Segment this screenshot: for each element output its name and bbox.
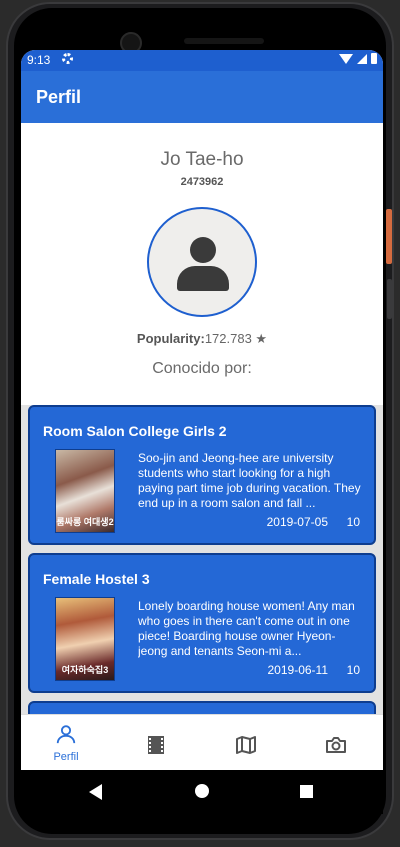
movie-card[interactable]: Room Salon College Girls 2 룸싸롱 여대생2 Soo-… <box>28 405 376 545</box>
movie-title: Female Hostel 3 <box>43 571 150 587</box>
poster-caption: 여자하숙집3 <box>61 665 109 675</box>
page-title: Perfil <box>36 87 82 107</box>
status-bar: 9:13 <box>21 50 383 71</box>
recent-apps-icon[interactable] <box>300 785 313 798</box>
film-icon <box>148 736 164 754</box>
person-placeholder-body <box>177 266 229 291</box>
nav-item-movies[interactable] <box>111 715 201 770</box>
person-placeholder-icon <box>190 237 216 263</box>
avatar <box>147 207 257 317</box>
bottom-navigation: Perfil <box>21 714 383 770</box>
nav-item-camera[interactable] <box>291 715 381 770</box>
release-date: 2019-06-11 <box>267 663 329 677</box>
battery-icon <box>371 53 377 64</box>
volume-button <box>387 279 392 319</box>
movie-list[interactable]: Room Salon College Girls 2 룸싸롱 여대생2 Soo-… <box>21 405 383 714</box>
vote-score: 10 <box>346 515 360 529</box>
nav-item-perfil[interactable]: Perfil <box>21 715 111 770</box>
power-button <box>386 209 392 264</box>
earpiece-speaker <box>184 38 264 44</box>
app-bar: Perfil <box>21 71 383 123</box>
nav-label-perfil: Perfil <box>53 751 79 763</box>
popularity-label: Popularity: <box>136 331 205 346</box>
status-icons <box>339 53 377 64</box>
movie-title: Room Salon College Girls 2 <box>43 423 227 439</box>
signal-icon <box>357 53 367 64</box>
system-navigation-bar <box>21 770 383 814</box>
map-icon <box>236 736 256 754</box>
person-id: 2473962 <box>180 176 224 188</box>
camera-icon <box>326 737 346 753</box>
person-icon <box>56 725 76 744</box>
release-date: 2019-07-05 <box>266 515 328 529</box>
movie-card[interactable]: Female Hostel 3 여자하숙집3 Lonely boarding h… <box>28 553 376 693</box>
app-screen: 9:13 Perfil Jo Tae-ho 2473962 Popularity… <box>21 50 383 770</box>
home-icon[interactable] <box>195 784 209 798</box>
vote-score: 10 <box>346 663 360 677</box>
popularity: Popularity:172.783 ★ <box>21 331 383 347</box>
movie-overview: Lonely boarding house women! Any man who… <box>138 599 355 658</box>
popularity-value: 172.783 ★ <box>204 331 268 346</box>
known-for-heading: Conocido por: <box>152 360 252 377</box>
status-time: 9:13 <box>27 53 51 67</box>
gear-icon <box>62 53 73 64</box>
person-name: Jo Tae-ho <box>160 149 244 170</box>
back-icon[interactable] <box>89 784 102 800</box>
profile-content[interactable]: Jo Tae-ho 2473962 Popularity:172.783 ★ C… <box>21 123 383 714</box>
movie-poster: 룸싸롱 여대생2 <box>55 449 115 533</box>
nav-item-map[interactable] <box>201 715 291 770</box>
movie-overview: Soo-jin and Jeong-hee are university stu… <box>138 451 361 510</box>
movie-card[interactable] <box>28 701 376 714</box>
movie-poster: 여자하숙집3 <box>55 597 115 681</box>
poster-caption: 룸싸롱 여대생2 <box>56 517 114 527</box>
wifi-icon <box>339 53 353 64</box>
